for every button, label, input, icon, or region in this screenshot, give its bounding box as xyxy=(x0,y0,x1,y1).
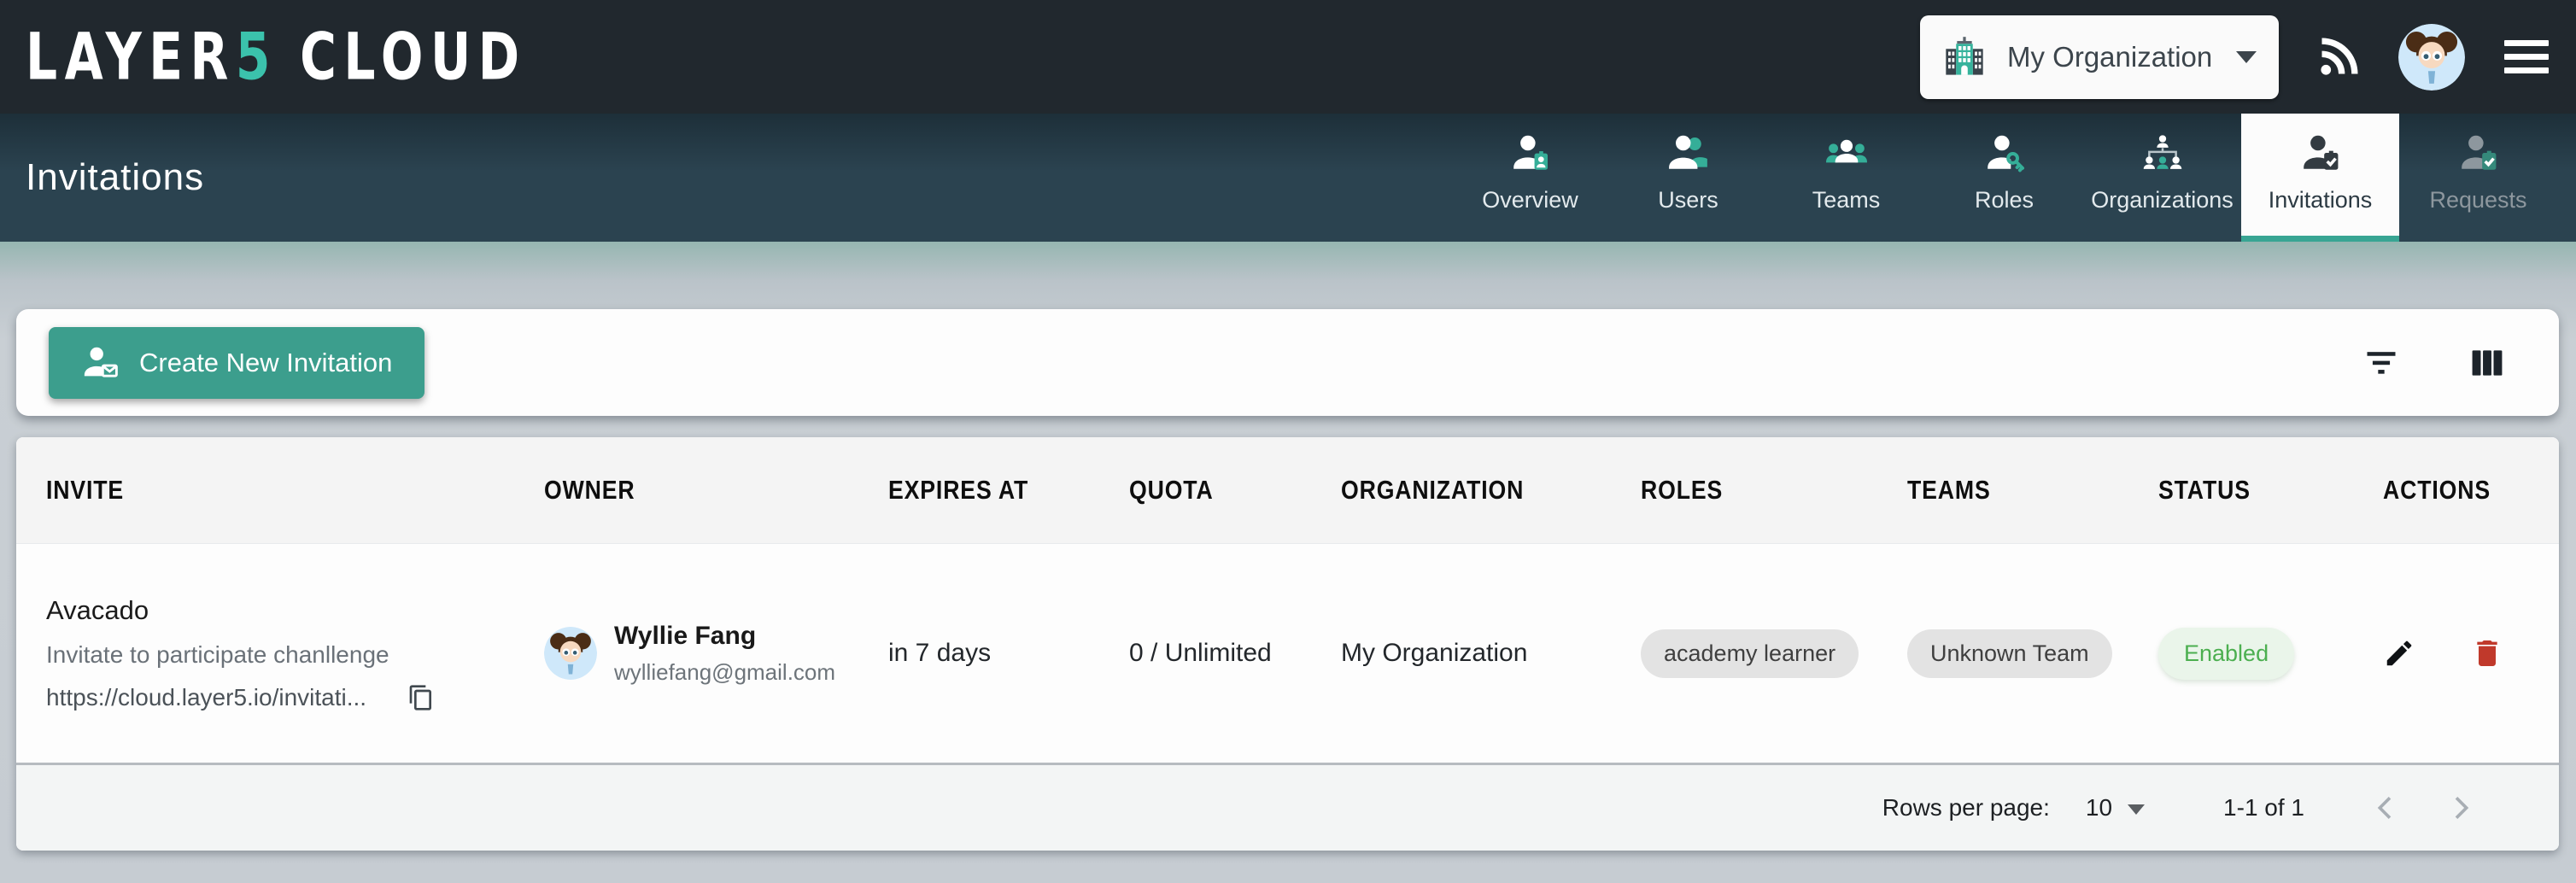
person-check-icon xyxy=(2299,132,2342,175)
person-check-icon-disabled xyxy=(2457,132,2500,175)
person-envelope-icon xyxy=(81,343,120,383)
role-chip: academy learner xyxy=(1641,629,1859,678)
create-invitation-button[interactable]: Create New Invitation xyxy=(49,327,424,399)
person-key-icon xyxy=(1983,132,2026,175)
group-icon xyxy=(1825,132,1868,175)
tab-organizations[interactable]: Organizations xyxy=(2083,114,2241,242)
menu-icon[interactable] xyxy=(2503,37,2550,77)
invite-link: https://cloud.layer5.io/invitati... xyxy=(46,684,366,711)
chevron-down-icon xyxy=(2236,51,2257,63)
column-header-teams: TEAMS xyxy=(1907,475,2158,506)
copy-icon[interactable] xyxy=(407,684,435,711)
chevron-down-icon xyxy=(2128,804,2145,815)
secondary-navbar: Invitations Overview xyxy=(0,114,2576,242)
column-header-status: STATUS xyxy=(2158,475,2383,506)
organization-cell: My Organization xyxy=(1341,639,1641,668)
rows-per-page-label: Rows per page: xyxy=(1882,794,2050,822)
table-toolbar-icons xyxy=(2362,344,2526,382)
logo-accent-5: 5 xyxy=(236,19,278,95)
column-header-roles: ROLES xyxy=(1641,475,1907,506)
column-header-organization: ORGANIZATION xyxy=(1341,475,1641,506)
rows-per-page-value: 10 xyxy=(2086,794,2112,822)
toolbar-card: Create New Invitation xyxy=(16,309,2559,416)
previous-page-icon[interactable] xyxy=(2368,791,2403,825)
owner-email: wylliefang@gmail.com xyxy=(614,659,835,686)
edit-pencil-icon[interactable] xyxy=(2383,637,2415,670)
status-badge: Enabled xyxy=(2158,628,2294,680)
tab-users[interactable]: Users xyxy=(1609,114,1767,242)
table-pagination: Rows per page: 10 1-1 of 1 xyxy=(16,763,2559,851)
column-header-actions: ACTIONS xyxy=(2383,475,2525,506)
column-header-expires-at: EXPIRES AT xyxy=(888,475,1129,506)
feed-icon[interactable] xyxy=(2316,35,2361,79)
owner-avatar xyxy=(544,627,597,680)
table-header-row: INVITE OWNER EXPIRES AT QUOTA ORGANIZATI… xyxy=(16,437,2559,544)
invite-description: Invitate to participate chanllenge xyxy=(46,641,518,669)
create-invitation-label: Create New Invitation xyxy=(139,348,392,378)
building-icon xyxy=(1942,35,1987,79)
tab-teams[interactable]: Teams xyxy=(1767,114,1925,242)
status-cell: Enabled xyxy=(2158,628,2294,680)
tab-overview[interactable]: Overview xyxy=(1451,114,1609,242)
invite-name: Avacado xyxy=(46,595,518,626)
logo-text-cloud: CLOUD xyxy=(300,19,526,95)
page-title: Invitations xyxy=(26,156,204,199)
rows-per-page-select[interactable]: 10 xyxy=(2086,794,2145,822)
expires-at-cell: in 7 days xyxy=(888,639,1129,668)
user-avatar[interactable] xyxy=(2398,24,2465,91)
pagination-range: 1-1 of 1 xyxy=(2223,794,2304,822)
filter-icon[interactable] xyxy=(2362,344,2400,382)
invitations-table: INVITE OWNER EXPIRES AT QUOTA ORGANIZATI… xyxy=(16,437,2559,851)
columns-icon[interactable] xyxy=(2468,344,2506,382)
team-chip: Unknown Team xyxy=(1907,629,2112,678)
quota-cell: 0 / Unlimited xyxy=(1129,639,1341,668)
next-page-icon[interactable] xyxy=(2444,791,2478,825)
hierarchy-icon xyxy=(2141,132,2184,175)
person-badge-icon xyxy=(1509,132,1552,175)
owner-name: Wyllie Fang xyxy=(614,622,835,651)
topbar: LAYER5 CLOUD xyxy=(0,0,2576,114)
nav-tabs: Overview Users xyxy=(1451,114,2576,242)
tab-invitations[interactable]: Invitations xyxy=(2241,114,2399,242)
page-content: Create New Invitation INVITE O xyxy=(0,242,2576,883)
column-header-invite: INVITE xyxy=(46,475,544,506)
topbar-actions: My Organization xyxy=(1920,15,2550,99)
app-logo[interactable]: LAYER5 CLOUD xyxy=(26,19,527,95)
org-selector-value: My Organization xyxy=(2007,41,2216,73)
table-row: Avacado Invitate to participate chanllen… xyxy=(16,544,2559,763)
tab-requests[interactable]: Requests xyxy=(2399,114,2557,242)
column-header-quota: QUOTA xyxy=(1129,475,1341,506)
org-selector[interactable]: My Organization xyxy=(1920,15,2279,99)
owner-cell: Wyllie Fang wylliefang@gmail.com xyxy=(544,622,888,686)
two-people-icon xyxy=(1667,132,1710,175)
delete-trash-icon[interactable] xyxy=(2470,636,2504,670)
teams-cell: Unknown Team xyxy=(1907,629,2112,678)
invite-cell: Avacado Invitate to participate chanllen… xyxy=(46,570,544,737)
logo-text: LAYER xyxy=(26,19,236,95)
tab-roles[interactable]: Roles xyxy=(1925,114,2083,242)
actions-cell xyxy=(2383,636,2525,670)
roles-cell: academy learner xyxy=(1641,629,1859,678)
column-header-owner: OWNER xyxy=(544,475,888,506)
